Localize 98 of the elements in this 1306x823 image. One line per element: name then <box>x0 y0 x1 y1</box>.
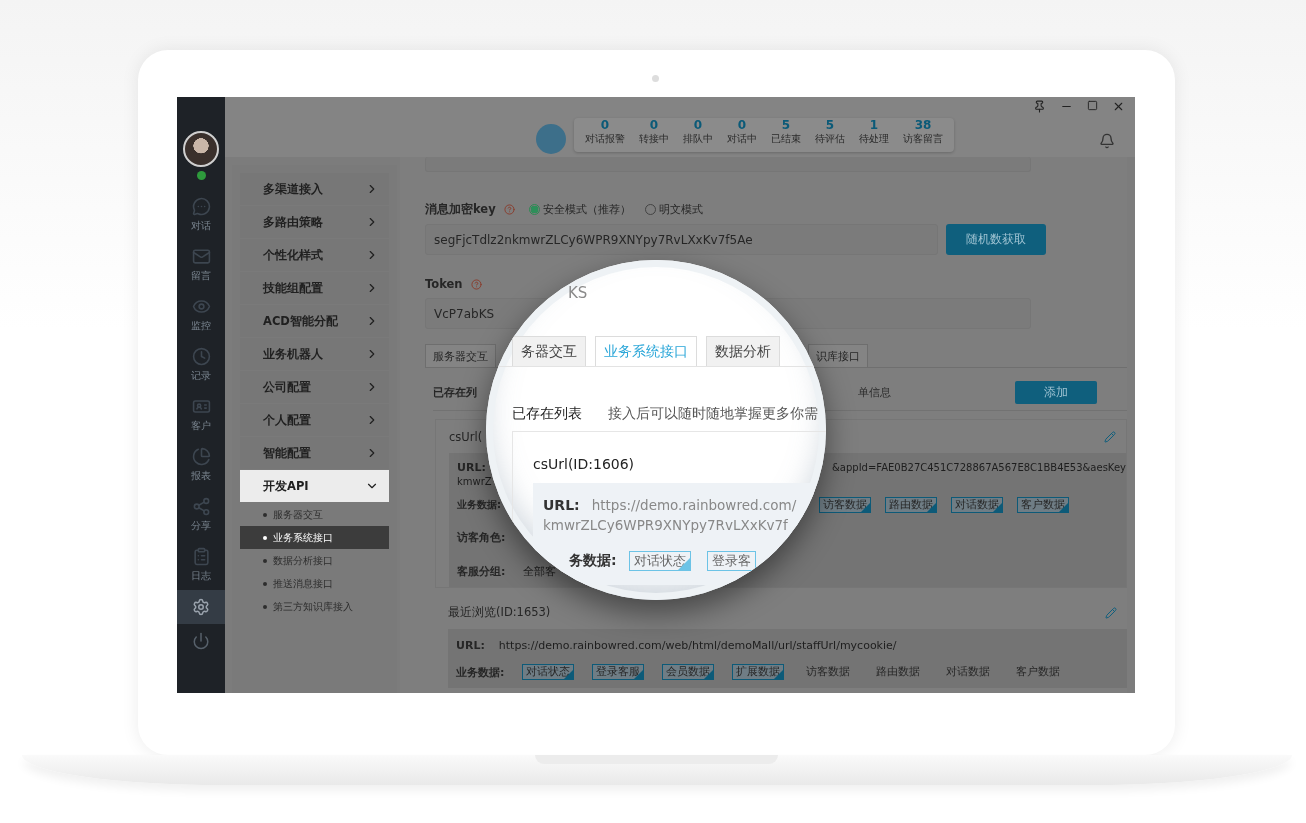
data-tag[interactable]: 对话状态 <box>522 664 575 680</box>
url-text: https://demo.rainbowred.com/web/html/demoMall/url/staffUrl/mycookie/ <box>498 639 897 652</box>
settings-icon <box>192 598 210 616</box>
nav-icon <box>191 247 211 266</box>
bell-icon[interactable] <box>1099 133 1115 149</box>
url-text: kmwrZ <box>457 476 492 487</box>
stat-label: 对话报警 <box>585 132 625 146</box>
nav-item[interactable]: 分享 <box>177 490 225 540</box>
help-icon <box>503 204 515 215</box>
stat-value: 0 <box>649 118 659 132</box>
camera-icon <box>652 75 659 82</box>
entry-title: csUrl(ID:1606) <box>533 456 635 472</box>
nav-icon <box>191 447 211 466</box>
data-tag[interactable]: 客户数据 <box>1017 497 1069 513</box>
row-label: URL: <box>543 497 580 513</box>
submenu-item[interactable]: 服务器交互 <box>240 503 389 526</box>
help-icon <box>470 278 482 290</box>
data-tag[interactable]: 扩展数据 <box>732 664 785 680</box>
radio-option[interactable]: 明文模式 <box>644 202 703 217</box>
hint-text: 单信息 <box>858 385 891 400</box>
submenu-item[interactable]: 数据分析接口 <box>240 549 389 572</box>
stat-label: 访客留言 <box>903 132 943 146</box>
nav-item[interactable]: 监控 <box>177 290 225 340</box>
menu-item[interactable]: 开发API <box>240 470 389 502</box>
nav-item[interactable]: 报表 <box>177 440 225 490</box>
url-text: &appId=FAE0B27C451C728867A567E8C1BB4E53&aesKey <box>832 462 1126 473</box>
stat-value: 0 <box>600 118 610 132</box>
nav-item[interactable]: 留言 <box>177 240 225 290</box>
row-label: URL: <box>456 639 485 652</box>
field-label: 消息加密key <box>425 202 496 217</box>
group-value: 全部客 <box>523 564 557 579</box>
stat-label: 已结束 <box>771 132 801 146</box>
submenu-item[interactable]: 推送消息接口 <box>240 572 389 595</box>
field-label: Token <box>425 277 463 291</box>
entry-title: csUrl( <box>449 429 483 444</box>
row-label: URL: <box>457 461 486 474</box>
list-title: 已存在列表 <box>512 405 582 423</box>
settings-button[interactable] <box>177 590 225 624</box>
nav-item[interactable]: 客户 <box>177 390 225 440</box>
data-tag[interactable]: 登录客服 <box>592 664 645 680</box>
pin-icon[interactable] <box>1033 100 1046 113</box>
stat-value: 0 <box>693 118 703 132</box>
stat-label: 对话中 <box>727 132 757 146</box>
row-label: 务数据: <box>569 552 617 570</box>
entry-title: 最近浏览(ID:1653) <box>448 605 551 620</box>
tab[interactable]: 识库接口 <box>808 344 868 367</box>
row-label: 访客角色: <box>457 530 506 545</box>
key-field[interactable]: segFjcTdlz2nkmwrZLCy6WPR9XNYpy7RvLXxKv7f5Ae <box>425 224 938 255</box>
data-tag[interactable]: 对话数据 <box>951 497 1003 513</box>
random-button[interactable]: 随机数获取 <box>946 224 1046 255</box>
avatar[interactable] <box>183 131 219 167</box>
stat-label: 待处理 <box>859 132 889 146</box>
token-text: KS <box>568 284 588 304</box>
tab[interactable]: 数据分析 <box>706 336 780 366</box>
submenu-item[interactable]: 业务系统接口 <box>240 526 389 549</box>
submenu-item[interactable]: 第三方知识库接入 <box>240 595 389 618</box>
data-tag[interactable]: 会员数据 <box>662 664 715 680</box>
nav-icon <box>191 397 211 416</box>
stat-label: 转接中 <box>639 132 669 146</box>
stat-value: 38 <box>914 118 932 132</box>
power-icon <box>192 632 210 650</box>
nav-icon <box>191 197 211 216</box>
row-label: 客服分组: <box>457 564 506 579</box>
data-tag[interactable]: 登录客 <box>706 551 756 571</box>
nav-icon <box>191 347 211 366</box>
stat-value: 0 <box>737 118 747 132</box>
list-title: 已存在列 <box>433 385 477 400</box>
tab[interactable]: 务器交互 <box>512 336 586 366</box>
data-tag[interactable]: 路由数据 <box>885 497 937 513</box>
url-text: https://demo.rainbowred.com/ <box>591 497 797 513</box>
stat-label: 待评估 <box>815 132 845 146</box>
nav-item[interactable]: 对话 <box>177 190 225 240</box>
nav-icon <box>191 297 211 316</box>
radio-option[interactable]: 安全模式（推荐） <box>528 202 631 217</box>
data-tag[interactable]: 路由数据 <box>872 664 925 680</box>
row-label: 业务数据: <box>457 498 501 512</box>
hint-text: 接入后可以随时随地掌握更多你需 <box>608 405 818 423</box>
online-status-icon <box>196 171 206 180</box>
nav-item[interactable]: 日志 <box>177 540 225 590</box>
logo-icon <box>536 124 566 154</box>
add-button[interactable]: 添加 <box>1015 381 1097 404</box>
data-tag[interactable]: 访客数据 <box>819 497 871 513</box>
data-tag[interactable]: 访客数据 <box>802 664 855 680</box>
maximize-icon[interactable] <box>1087 100 1098 111</box>
stat-label: 排队中 <box>683 132 713 146</box>
nav-item[interactable]: 记录 <box>177 340 225 390</box>
url-text: kmwrZLCy6WPR9XNYpy7RvLXxKv7f <box>543 517 789 533</box>
stat-value: 5 <box>781 118 791 132</box>
data-tag[interactable]: 客户数据 <box>1012 664 1065 680</box>
row-label: 业务数据: <box>456 664 505 680</box>
tab[interactable]: 服务器交互 <box>425 344 496 367</box>
stat-value: 5 <box>825 118 835 132</box>
close-icon[interactable] <box>1112 100 1125 113</box>
tab[interactable]: 业务系统接口 <box>595 336 697 366</box>
stat-value: 1 <box>869 118 879 132</box>
nav-icon <box>191 497 211 516</box>
data-tag[interactable]: 对话数据 <box>942 664 995 680</box>
nav-icon <box>191 547 211 566</box>
